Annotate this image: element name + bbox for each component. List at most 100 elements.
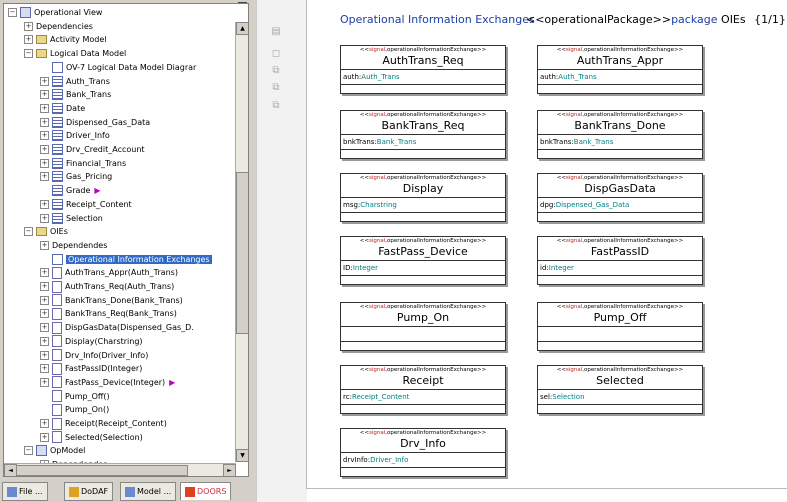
expand-icon[interactable]: + — [40, 131, 49, 141]
tree-item[interactable]: + BankTrans_Done(Bank_Trans) — [40, 294, 183, 307]
tree-item[interactable]: − OpModel — [24, 444, 85, 457]
tree-item[interactable]: Operational Information Exchanges — [40, 253, 212, 266]
expand-icon[interactable]: + — [24, 21, 33, 31]
tree-item[interactable]: + FastPass_Device(Integer) ▶ — [40, 376, 175, 389]
tree-item[interactable]: + Activity Model — [24, 33, 106, 46]
expand-icon[interactable]: + — [24, 35, 33, 45]
toolbar-dependency-icon[interactable]: ⧉ — [270, 83, 282, 93]
attribute-type: Charstring — [360, 201, 397, 209]
tree-item[interactable]: + Receipt(Receipt_Content) — [40, 417, 167, 430]
tree-horizontal-scrollbar[interactable]: ◄ ► — [4, 463, 236, 476]
expand-icon[interactable]: + — [40, 213, 49, 223]
tree-item-label: OIEs — [50, 227, 68, 237]
tab-model[interactable]: Model ... — [120, 482, 177, 501]
collapse-icon[interactable]: − — [8, 8, 17, 17]
signal-box[interactable]: <<signal,operationalInformationExchange>… — [537, 173, 703, 222]
toolbar-association-icon[interactable]: ⧉ — [270, 101, 282, 111]
tree-item[interactable]: + BankTrans_Req(Bank_Trans) — [40, 307, 177, 320]
toolbar-link-icon[interactable]: ⧉ — [270, 66, 282, 76]
tab-doors[interactable]: DOORS — [180, 482, 232, 500]
scroll-right-arrow-icon[interactable]: ► — [223, 464, 236, 476]
tree-item[interactable]: + Dependencies — [24, 20, 93, 33]
tree-item[interactable]: + Selection — [40, 212, 103, 225]
tree-item[interactable]: − Operational View — [8, 6, 102, 19]
expand-icon[interactable]: + — [40, 309, 49, 319]
expand-icon[interactable]: + — [40, 295, 49, 305]
tree-item[interactable]: + Drv_Info(Driver_Info) — [40, 349, 148, 362]
tree-item-label: OpModel — [50, 446, 86, 456]
class-icon — [52, 116, 63, 128]
tree-item[interactable]: + FastPassID(Integer) — [40, 362, 142, 375]
tree-item[interactable]: + Drv_Credit_Account — [40, 143, 145, 156]
expand-icon[interactable]: + — [40, 323, 49, 333]
expand-icon[interactable]: + — [40, 103, 49, 113]
expand-icon[interactable]: + — [40, 282, 49, 291]
tree-item[interactable]: + Date — [40, 102, 85, 115]
diagram-canvas[interactable]: Operational Information Exchanges <<oper… — [306, 0, 787, 489]
signal-box[interactable]: <<signal,operationalInformationExchange>… — [340, 428, 506, 477]
tree-item[interactable]: + AuthTrans_Req(Auth_Trans) — [40, 280, 174, 293]
tree-item[interactable]: OV-7 Logical Data Model Diagrar — [40, 61, 196, 74]
tree-item[interactable]: + Bank_Trans — [40, 88, 111, 101]
expand-icon[interactable]: + — [40, 432, 49, 442]
tree-item[interactable]: +Dependendes — [40, 239, 107, 252]
expand-icon[interactable]: + — [40, 90, 49, 100]
signal-box[interactable]: <<signal,operationalInformationExchange>… — [537, 236, 703, 285]
tree-item[interactable]: Pump_On() — [40, 403, 109, 416]
signal-box[interactable]: <<signal,operationalInformationExchange>… — [340, 236, 506, 285]
tree-item[interactable]: + Financial_Trans — [40, 157, 126, 170]
tree-vertical-scrollbar[interactable]: ▲ ▼ — [235, 22, 248, 462]
expand-icon[interactable]: + — [40, 76, 49, 86]
tree-item[interactable]: + Display(Charstring) — [40, 335, 143, 348]
expand-icon[interactable]: + — [40, 419, 49, 428]
tree-item[interactable]: − OIEs — [24, 225, 68, 238]
hscroll-thumb[interactable] — [16, 465, 188, 476]
tree-item[interactable]: + Selected(Selection) — [40, 431, 143, 444]
tree-item[interactable]: − Logical Data Model — [24, 47, 126, 60]
tree-item[interactable]: + Auth_Trans — [40, 75, 110, 88]
tab-dodaf[interactable]: DoDAF — [64, 482, 114, 501]
tree-item[interactable]: + Gas_Pricing — [40, 170, 112, 183]
toolbar-class-icon[interactable]: ▤ — [270, 27, 282, 37]
expand-icon[interactable]: + — [40, 199, 49, 209]
package-icon — [36, 445, 47, 457]
signal-box[interactable]: <<signal,operationalInformationExchange>… — [340, 365, 506, 414]
tree-item-label: Drv_Info(Driver_Info) — [65, 350, 149, 360]
expand-icon[interactable]: + — [40, 364, 49, 374]
tree-item[interactable]: + Dispensed_Gas_Data — [40, 116, 150, 129]
expand-icon[interactable]: + — [40, 117, 49, 127]
signal-box[interactable]: <<signal,operationalInformationExchange>… — [340, 302, 506, 351]
folder-icon — [36, 35, 47, 45]
attribute-type: Integer — [548, 264, 574, 272]
tree-item[interactable]: + Receipt_Content — [40, 198, 132, 211]
expand-icon[interactable]: + — [40, 158, 49, 168]
scroll-thumb[interactable] — [236, 172, 248, 334]
collapse-icon[interactable]: − — [24, 446, 33, 456]
toolbar-note-icon[interactable]: ◻ — [270, 49, 282, 59]
signal-box[interactable]: <<signal,operationalInformationExchange>… — [340, 110, 506, 159]
tree-item[interactable]: + DispGasData(Dispensed_Gas_D. — [40, 321, 194, 334]
signal-box[interactable]: <<signal,operationalInformationExchange>… — [537, 45, 703, 94]
tree-item[interactable]: Grade ▶ — [40, 184, 101, 197]
tree-item[interactable]: + AuthTrans_Appr(Auth_Trans) — [40, 266, 178, 279]
signal-box[interactable]: <<signal,operationalInformationExchange>… — [537, 365, 703, 414]
expand-icon[interactable]: + — [40, 145, 49, 154]
expand-icon[interactable]: + — [40, 350, 49, 360]
signal-box[interactable]: <<signal,operationalInformationExchange>… — [340, 45, 506, 94]
signal-box[interactable]: <<signal,operationalInformationExchange>… — [537, 302, 703, 351]
expand-icon[interactable]: + — [40, 268, 49, 278]
tab-file[interactable]: File ... — [2, 482, 48, 501]
expand-icon[interactable]: + — [40, 377, 49, 387]
scroll-up-arrow-icon[interactable]: ▲ — [236, 22, 248, 35]
expand-icon[interactable]: + — [40, 240, 49, 250]
model-browser-tree[interactable]: − Operational View + Dependencies + Activity … — [3, 3, 249, 477]
tree-item[interactable]: Pump_Off() — [40, 390, 110, 403]
scroll-down-arrow-icon[interactable]: ▼ — [236, 449, 248, 462]
signal-box[interactable]: <<signal,operationalInformationExchange>… — [340, 173, 506, 222]
collapse-icon[interactable]: − — [24, 49, 33, 59]
signal-box[interactable]: <<signal,operationalInformationExchange>… — [537, 110, 703, 159]
collapse-icon[interactable]: − — [24, 227, 33, 237]
expand-icon[interactable]: + — [40, 336, 49, 346]
tree-item[interactable]: + Driver_Info — [40, 129, 110, 142]
expand-icon[interactable]: + — [40, 172, 49, 182]
